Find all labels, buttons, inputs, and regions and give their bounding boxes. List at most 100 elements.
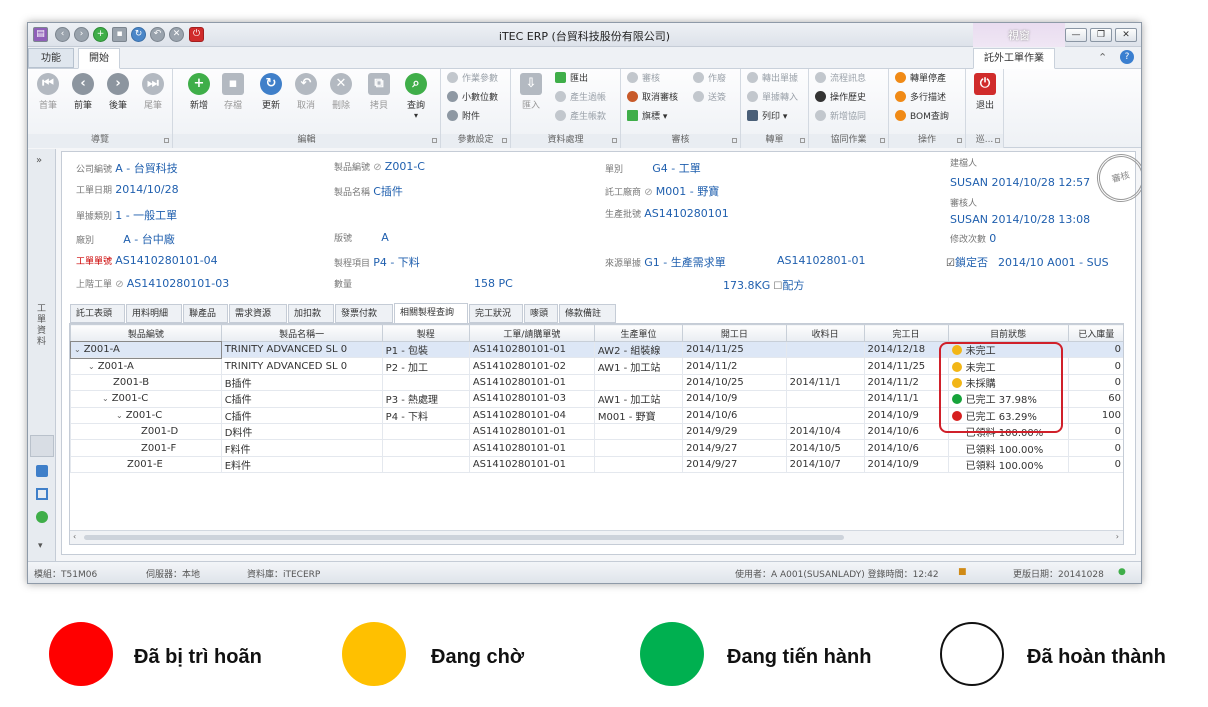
wo-date-value[interactable]: 2014/10/28	[115, 183, 178, 196]
operation-history-button[interactable]: 操作歷史	[815, 90, 866, 107]
version-value[interactable]: A	[381, 231, 389, 244]
cell-qty[interactable]: 0	[1067, 455, 1123, 474]
tab-home[interactable]: 開始	[78, 48, 120, 69]
people-icon[interactable]	[36, 511, 48, 523]
delete-button[interactable]: ✕ 刪除	[323, 71, 359, 111]
void-button[interactable]: 作廢	[693, 71, 726, 88]
cell-unit[interactable]	[593, 422, 684, 441]
print-button[interactable]: 列印 ▾	[747, 109, 787, 126]
subtab-7[interactable]: 完工狀況	[469, 304, 523, 323]
cell-process[interactable]	[381, 422, 470, 441]
cell-name[interactable]: B插件	[220, 373, 383, 392]
cell-unit[interactable]	[593, 455, 684, 474]
panel-tile[interactable]	[30, 435, 54, 457]
restore-button[interactable]: ❐	[1090, 28, 1112, 42]
cell-start[interactable]: 2014/10/6	[682, 406, 787, 424]
cell-recv[interactable]: 2014/10/4	[785, 422, 865, 441]
cell-start[interactable]: 2014/10/9	[682, 390, 787, 408]
cell-unit[interactable]: M001 - 野寶	[593, 406, 684, 424]
cell-qty[interactable]: 0	[1067, 422, 1123, 441]
cell-start[interactable]: 2014/11/25	[682, 340, 787, 359]
subtab-0[interactable]: 託工表頭	[70, 304, 125, 323]
panel-dropdown-icon[interactable]: ▾	[38, 541, 43, 551]
cell-name[interactable]: D料件	[220, 422, 383, 441]
bom-query-button[interactable]: BOM查詢	[895, 109, 949, 126]
part-name-value[interactable]: C插件	[373, 185, 403, 198]
source-doc-number[interactable]: AS14102801-01	[777, 254, 865, 267]
cell-order[interactable]: AS1410280101-04	[468, 406, 595, 424]
help-icon[interactable]: ?	[1120, 50, 1134, 64]
batch-value[interactable]: AS1410280101	[644, 207, 729, 220]
last-record-button[interactable]: ⏭ 尾筆	[135, 71, 171, 111]
cell-name[interactable]: TRINITY ADVANCED SL 0	[220, 340, 383, 359]
cell-recv[interactable]	[785, 357, 865, 375]
expand-toggle-icon[interactable]: ⌄	[102, 394, 109, 403]
cell-process[interactable]	[381, 373, 470, 392]
cancel-button[interactable]: ↶ 取消	[288, 71, 324, 111]
cell-name[interactable]: TRINITY ADVANCED SL 0	[220, 357, 383, 375]
doc-type-value[interactable]: G4 - 工單	[652, 162, 701, 175]
cell-order[interactable]: AS1410280101-01	[468, 373, 595, 392]
column-header-6[interactable]: 收料日	[785, 324, 865, 342]
cell-part[interactable]: Z001-D	[70, 422, 222, 441]
add-collab-button[interactable]: 新增協同	[815, 109, 866, 126]
query-dropdown-icon[interactable]: ▾	[398, 111, 434, 120]
cell-finish[interactable]: 2014/10/6	[863, 422, 949, 441]
expand-toggle-icon[interactable]: ⌄	[88, 362, 95, 371]
cell-name[interactable]: E料件	[220, 455, 383, 474]
subtab-8[interactable]: 嘜頭	[524, 304, 558, 323]
tab-outsource-work-order[interactable]: 託外工單作業	[973, 48, 1055, 69]
cell-finish[interactable]: 2014/11/1	[863, 390, 949, 408]
cell-process[interactable]	[381, 439, 470, 457]
collapse-ribbon-icon[interactable]: ⌃	[1098, 51, 1107, 64]
copy-button[interactable]: ⧉ 拷貝	[361, 71, 397, 111]
expand-panel-icon[interactable]: »	[36, 155, 42, 166]
multiline-desc-button[interactable]: 多行描述	[895, 90, 946, 107]
cell-unit[interactable]: AW2 - 組裝線	[593, 340, 684, 359]
column-header-4[interactable]: 生產單位	[593, 324, 684, 342]
expand-toggle-icon[interactable]: ⌄	[116, 411, 123, 420]
first-record-button[interactable]: ⏮ 首筆	[30, 71, 66, 111]
cell-name[interactable]: F料件	[220, 439, 383, 457]
subtab-9[interactable]: 條款備註	[559, 304, 616, 323]
cell-recv[interactable]	[785, 390, 865, 408]
import-button[interactable]: ⇩ 匯入	[513, 71, 549, 111]
source-doc-value[interactable]: G1 - 生產需求單	[644, 256, 726, 269]
cell-recv[interactable]: 2014/10/5	[785, 439, 865, 457]
subtab-1[interactable]: 用料明細	[126, 304, 182, 323]
quantity-value[interactable]: 158 PC	[474, 277, 513, 290]
minimize-button[interactable]: —	[1065, 28, 1087, 42]
cell-finish[interactable]: 2014/11/2	[863, 373, 949, 392]
cell-recv[interactable]: 2014/10/7	[785, 455, 865, 474]
transfer-out-button[interactable]: 轉出單據	[747, 71, 798, 88]
subtab-3[interactable]: 需求資源	[229, 304, 287, 323]
cell-start[interactable]: 2014/9/29	[682, 422, 787, 441]
column-header-8[interactable]: 目前狀態	[947, 324, 1069, 342]
cell-recv[interactable]: 2014/11/1	[785, 373, 865, 392]
part-no-value[interactable]: Z001-C	[385, 160, 425, 173]
cell-process[interactable]: P2 - 加工	[381, 357, 470, 375]
flag-button[interactable]: 旗標 ▾	[627, 109, 667, 126]
cell-finish[interactable]: 2014/11/25	[863, 357, 949, 375]
lock-checkbox[interactable]: ☑	[946, 258, 955, 269]
cell-part[interactable]: Z001-B	[70, 373, 222, 392]
cell-qty[interactable]: 0	[1067, 357, 1123, 375]
cell-start[interactable]: 2014/10/25	[682, 373, 787, 392]
job-params-button[interactable]: 作業參數	[447, 71, 498, 88]
tab-function[interactable]: 功能	[28, 48, 74, 68]
cell-qty[interactable]: 0	[1067, 340, 1123, 359]
column-header-5[interactable]: 開工日	[682, 324, 787, 342]
prev-record-button[interactable]: ‹ 前筆	[65, 71, 101, 111]
users-icon[interactable]	[36, 465, 48, 477]
table-row[interactable]: Z001-F F料件 AS1410280101-01 2014/9/27 2014/10…	[70, 439, 1123, 457]
cell-unit[interactable]	[593, 439, 684, 457]
table-row[interactable]: Z001-E E料件 AS1410280101-01 2014/9/27 2014/10…	[70, 455, 1123, 474]
cell-qty[interactable]: 0	[1067, 439, 1123, 457]
weight-value[interactable]: 173.8KG	[723, 279, 770, 292]
column-header-1[interactable]: 製品名稱一	[220, 324, 383, 342]
cell-finish[interactable]: 2014/12/18	[863, 340, 949, 359]
update-button[interactable]: ↻ 更新	[253, 71, 289, 111]
cell-qty[interactable]: 100	[1067, 406, 1123, 424]
cell-recv[interactable]	[785, 406, 865, 424]
cell-recv[interactable]	[785, 340, 865, 359]
